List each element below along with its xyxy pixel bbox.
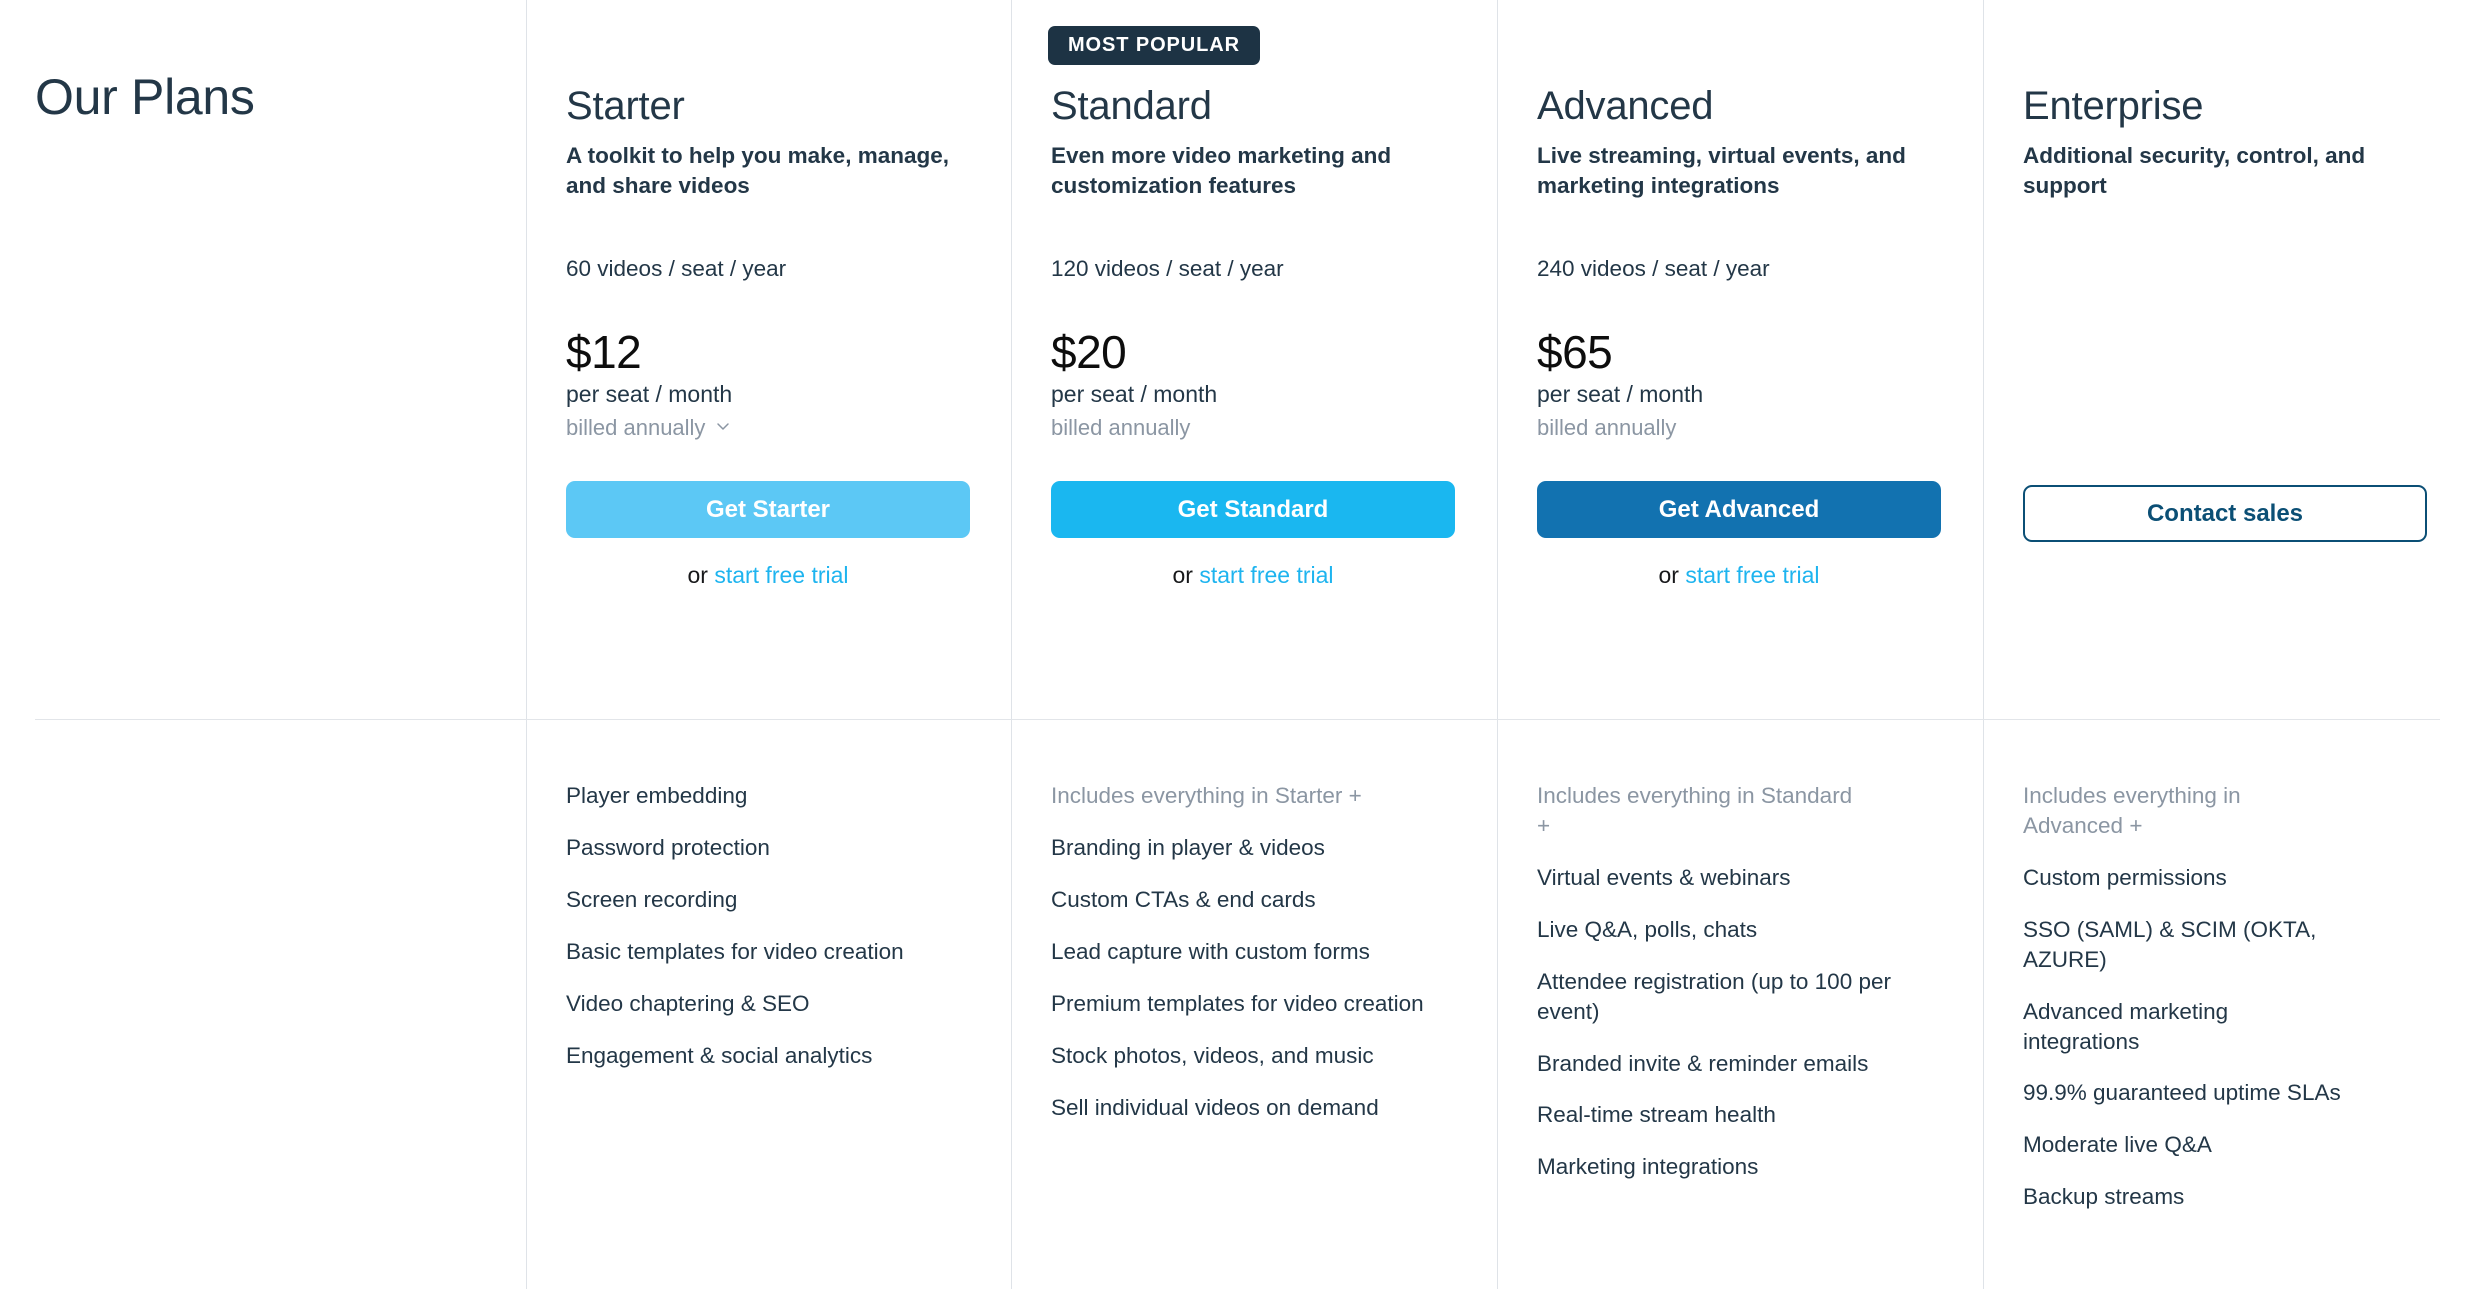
plan-price-standard: $20 — [1051, 325, 1127, 378]
feature-item: Virtual events & webinars — [1537, 864, 1791, 890]
feature-item: Engagement & social analytics — [566, 1042, 873, 1068]
plan-name-starter: Starter — [566, 84, 685, 128]
trial-line-standard: or start free trial — [1051, 562, 1455, 590]
features-column-starter: Player embedding Password protection Scr… — [526, 719, 1011, 1289]
feature-item: Sell individual videos on demand — [1051, 1094, 1379, 1120]
billing-period-label-standard: billed annually — [1051, 414, 1191, 440]
feature-list-enterprise: Includes everything in Advanced + Custom… — [1983, 719, 2471, 1212]
cta-wrap-standard: Get Standard or start free trial — [1051, 481, 1455, 590]
features-column-enterprise: Includes everything in Advanced + Custom… — [1983, 719, 2471, 1289]
features-column-standard: Includes everything in Starter + Brandin… — [1011, 719, 1497, 1289]
feature-item: Advanced marketing integrations — [2023, 998, 2229, 1054]
trial-prefix-advanced: or — [1658, 562, 1686, 589]
cta-wrap-starter: Get Starter or start free trial — [566, 481, 970, 590]
cta-wrap-advanced: Get Advanced or start free trial — [1537, 481, 1941, 590]
feature-item: Premium templates for video creation — [1051, 990, 1424, 1016]
plan-price-unit-starter: per seat / month — [566, 381, 733, 408]
trial-line-advanced: or start free trial — [1537, 562, 1941, 590]
trial-prefix-starter: or — [687, 562, 715, 589]
feature-item: Branded invite & reminder emails — [1537, 1050, 1869, 1076]
feature-list-starter: Player embedding Password protection Scr… — [526, 719, 1011, 1071]
features-header-enterprise: Includes everything in Advanced + — [2023, 783, 2241, 838]
cta-wrap-enterprise: Contact sales — [2023, 485, 2427, 543]
feature-list-advanced: Includes everything in Standard + Virtua… — [1497, 719, 1983, 1182]
feature-item: Stock photos, videos, and music — [1051, 1042, 1374, 1068]
plan-price-advanced: $65 — [1537, 325, 1613, 378]
feature-item: Real-time stream health — [1537, 1102, 1776, 1128]
plan-quota-enterprise — [2023, 254, 2423, 283]
plan-quota-standard: 120 videos / seat / year — [1051, 256, 1284, 282]
feature-item: Lead capture with custom forms — [1051, 938, 1370, 964]
feature-item: Custom CTAs & end cards — [1051, 886, 1316, 912]
feature-item: Backup streams — [2023, 1184, 2185, 1210]
billing-period-selector-starter[interactable]: billed annually — [566, 415, 730, 441]
feature-item: Attendee registration (up to 100 per eve… — [1537, 968, 1891, 1024]
pricing-page: MOST POPULAR Our Plans Starter A toolkit… — [0, 0, 2471, 1289]
features-label-cell — [0, 719, 526, 1289]
plan-description-starter: A toolkit to help you make, manage, and … — [566, 143, 949, 198]
plan-name-enterprise: Enterprise — [2023, 84, 2204, 128]
features-column-advanced: Includes everything in Standard + Virtua… — [1497, 719, 1983, 1289]
most-popular-badge: MOST POPULAR — [1048, 26, 1260, 65]
feature-item: Basic templates for video creation — [566, 938, 904, 964]
billing-period-selector-standard[interactable]: billed annually — [1051, 415, 1190, 441]
start-free-trial-link-standard[interactable]: start free trial — [1199, 562, 1333, 588]
plan-header-standard: Standard Even more video marketing and c… — [1011, 0, 1497, 719]
feature-item: Screen recording — [566, 886, 738, 912]
page-title: Our Plans — [35, 69, 255, 125]
feature-item: Video chaptering & SEO — [566, 990, 810, 1016]
get-advanced-button[interactable]: Get Advanced — [1537, 481, 1941, 539]
feature-item: SSO (SAML) & SCIM (OKTA, AZURE) — [2023, 916, 2317, 972]
plan-price-unit-standard: per seat / month — [1051, 381, 1218, 408]
get-starter-button[interactable]: Get Starter — [566, 481, 970, 539]
plans-title-cell: Our Plans — [0, 0, 526, 719]
plan-price-unit-advanced: per seat / month — [1537, 381, 1704, 408]
plan-quota-starter: 60 videos / seat / year — [566, 256, 787, 282]
plan-header-starter: Starter A toolkit to help you make, mana… — [526, 0, 1011, 719]
section-divider — [35, 719, 2440, 720]
plan-header-enterprise: Enterprise Additional security, control,… — [1983, 0, 2471, 719]
features-header-standard: Includes everything in Starter + — [1051, 783, 1362, 808]
plan-name-standard: Standard — [1051, 84, 1212, 128]
feature-item: Moderate live Q&A — [2023, 1132, 2212, 1158]
feature-item: Live Q&A, polls, chats — [1537, 916, 1758, 942]
feature-item: 99.9% guaranteed uptime SLAs — [2023, 1080, 2341, 1106]
feature-item: Custom permissions — [2023, 864, 2227, 890]
feature-item: Branding in player & videos — [1051, 834, 1325, 860]
get-standard-button[interactable]: Get Standard — [1051, 481, 1455, 539]
contact-sales-button[interactable]: Contact sales — [2023, 485, 2427, 543]
billing-period-label-advanced: billed annually — [1537, 414, 1677, 440]
billing-period-label-starter: billed annually — [566, 414, 706, 440]
plan-header-advanced: Advanced Live streaming, virtual events,… — [1497, 0, 1983, 719]
trial-prefix-standard: or — [1172, 562, 1200, 589]
plan-quota-advanced: 240 videos / seat / year — [1537, 256, 1770, 282]
billing-period-selector-advanced[interactable]: billed annually — [1537, 415, 1676, 441]
plan-description-enterprise: Additional security, control, and suppor… — [2023, 143, 2366, 198]
plan-name-advanced: Advanced — [1537, 84, 1714, 128]
feature-item: Password protection — [566, 834, 770, 860]
pricing-grid: Our Plans Starter A toolkit to help you … — [0, 0, 2471, 1289]
features-header-advanced: Includes everything in Standard + — [1537, 783, 1853, 838]
feature-item: Marketing integrations — [1537, 1154, 1759, 1180]
feature-item: Player embedding — [566, 783, 748, 808]
start-free-trial-link-advanced[interactable]: start free trial — [1685, 562, 1819, 588]
chevron-down-icon — [716, 419, 730, 433]
trial-line-starter: or start free trial — [566, 562, 970, 590]
plan-description-advanced: Live streaming, virtual events, and mark… — [1537, 143, 1906, 198]
plan-price-starter: $12 — [566, 325, 642, 378]
badge-layer: MOST POPULAR — [0, 0, 2471, 72]
start-free-trial-link-starter[interactable]: start free trial — [714, 562, 848, 588]
feature-list-standard: Includes everything in Starter + Brandin… — [1011, 719, 1497, 1122]
plan-description-standard: Even more video marketing and customizat… — [1051, 143, 1392, 198]
